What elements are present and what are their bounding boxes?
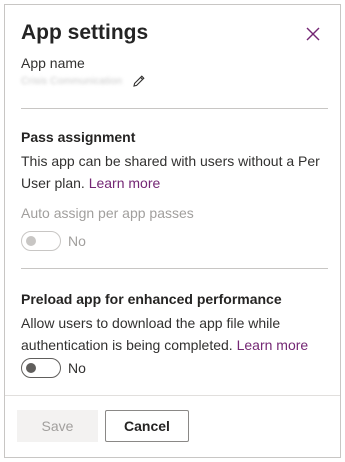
- app-name-label: App name: [21, 55, 85, 71]
- auto-assign-toggle-state: No: [68, 233, 86, 249]
- pass-assignment-title: Pass assignment: [21, 129, 136, 145]
- toggle-knob: [26, 363, 36, 373]
- pass-assignment-learn-more-link[interactable]: Learn more: [89, 175, 161, 191]
- auto-assign-label: Auto assign per app passes: [21, 205, 194, 221]
- cancel-button[interactable]: Cancel: [105, 410, 189, 442]
- pass-assignment-text: This app can be shared with users withou…: [21, 153, 320, 191]
- close-icon[interactable]: [303, 24, 323, 44]
- pencil-icon[interactable]: [131, 73, 147, 89]
- auto-assign-toggle[interactable]: [21, 231, 61, 251]
- section-divider: [21, 268, 328, 269]
- preload-learn-more-link[interactable]: Learn more: [237, 337, 309, 353]
- preload-description: Allow users to download the app file whi…: [21, 312, 321, 356]
- save-button[interactable]: Save: [17, 410, 98, 442]
- pass-assignment-description: This app can be shared with users withou…: [21, 150, 321, 194]
- preload-toggle[interactable]: [21, 358, 61, 378]
- app-settings-panel: App settings App name Crisis Communicati…: [4, 4, 341, 458]
- preload-toggle-state: No: [68, 360, 86, 376]
- toggle-knob: [26, 236, 36, 246]
- panel-title: App settings: [21, 21, 149, 44]
- app-name-value: Crisis Communication: [21, 76, 123, 87]
- preload-title: Preload app for enhanced performance: [21, 291, 282, 307]
- footer-divider: [5, 395, 340, 396]
- section-divider: [21, 108, 328, 109]
